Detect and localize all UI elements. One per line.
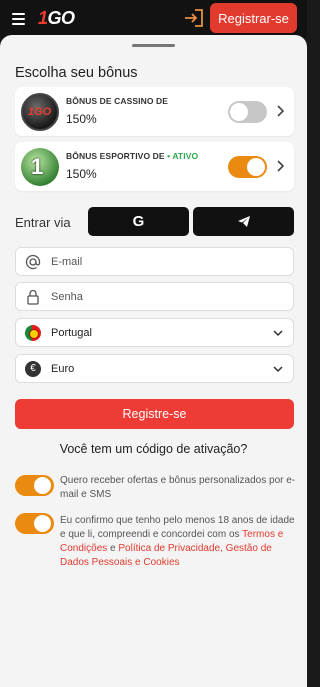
bonus-label: BÔNUS DE CASSINO DE bbox=[66, 96, 169, 106]
chevron-down-icon bbox=[273, 330, 283, 337]
menu-icon[interactable] bbox=[12, 13, 25, 25]
bonus-label: BÔNUS ESPORTIVO DE • ATIVO bbox=[66, 151, 199, 161]
age-consent-toggle[interactable] bbox=[15, 513, 54, 534]
chevron-right-icon[interactable] bbox=[276, 159, 285, 173]
submit-register-button[interactable]: Registre-se bbox=[15, 399, 294, 429]
chevron-right-icon[interactable] bbox=[276, 104, 285, 118]
euro-icon: € bbox=[25, 361, 41, 377]
offers-consent-text: Quero receber ofertas e bônus personaliz… bbox=[60, 475, 296, 500]
status-badge: ATIVO bbox=[172, 151, 199, 161]
portugal-flag-icon bbox=[25, 325, 41, 341]
sport-bonus-card[interactable]: 1 BÔNUS ESPORTIVO DE • ATIVO 150% bbox=[15, 142, 294, 191]
casino-bonus-toggle[interactable] bbox=[228, 101, 267, 123]
telegram-icon bbox=[237, 216, 250, 227]
register-button[interactable]: Registrar-se bbox=[210, 3, 297, 33]
login-via-label: Entrar via bbox=[15, 215, 71, 230]
chevron-down-icon bbox=[273, 366, 283, 373]
at-icon bbox=[25, 254, 41, 270]
country-select[interactable]: Portugal bbox=[15, 318, 294, 347]
password-field[interactable]: Senha bbox=[15, 282, 294, 311]
bonus-title: Escolha seu bônus bbox=[15, 65, 138, 81]
google-login-button[interactable]: G bbox=[88, 207, 189, 236]
casino-bonus-card[interactable]: 1GO BÔNUS DE CASSINO DE 150% bbox=[15, 87, 294, 136]
sport-bonus-toggle[interactable] bbox=[228, 156, 267, 178]
telegram-login-button[interactable] bbox=[193, 207, 294, 236]
casino-bonus-image: 1GO bbox=[21, 93, 59, 131]
logo[interactable]: 1GO bbox=[38, 8, 75, 29]
registration-sheet: Escolha seu bônus 1GO BÔNUS DE CASSINO D… bbox=[0, 35, 307, 687]
offers-consent-toggle[interactable] bbox=[15, 475, 54, 496]
drag-handle[interactable] bbox=[132, 44, 175, 47]
email-field[interactable]: E-mail bbox=[15, 247, 294, 276]
currency-select[interactable]: € Euro bbox=[15, 354, 294, 383]
google-icon: G bbox=[132, 213, 145, 230]
activation-code-link[interactable]: Você tem um código de ativação? bbox=[0, 442, 307, 456]
sport-bonus-image: 1 bbox=[21, 148, 59, 186]
lock-icon bbox=[27, 289, 39, 305]
login-icon[interactable] bbox=[183, 8, 205, 28]
bonus-percent: 150% bbox=[66, 112, 97, 126]
top-bar: 1GO Registrar-se bbox=[0, 0, 307, 38]
age-consent-text: Eu confirmo que tenho pelo menos 18 anos… bbox=[60, 515, 295, 568]
bonus-percent: 150% bbox=[66, 167, 97, 181]
